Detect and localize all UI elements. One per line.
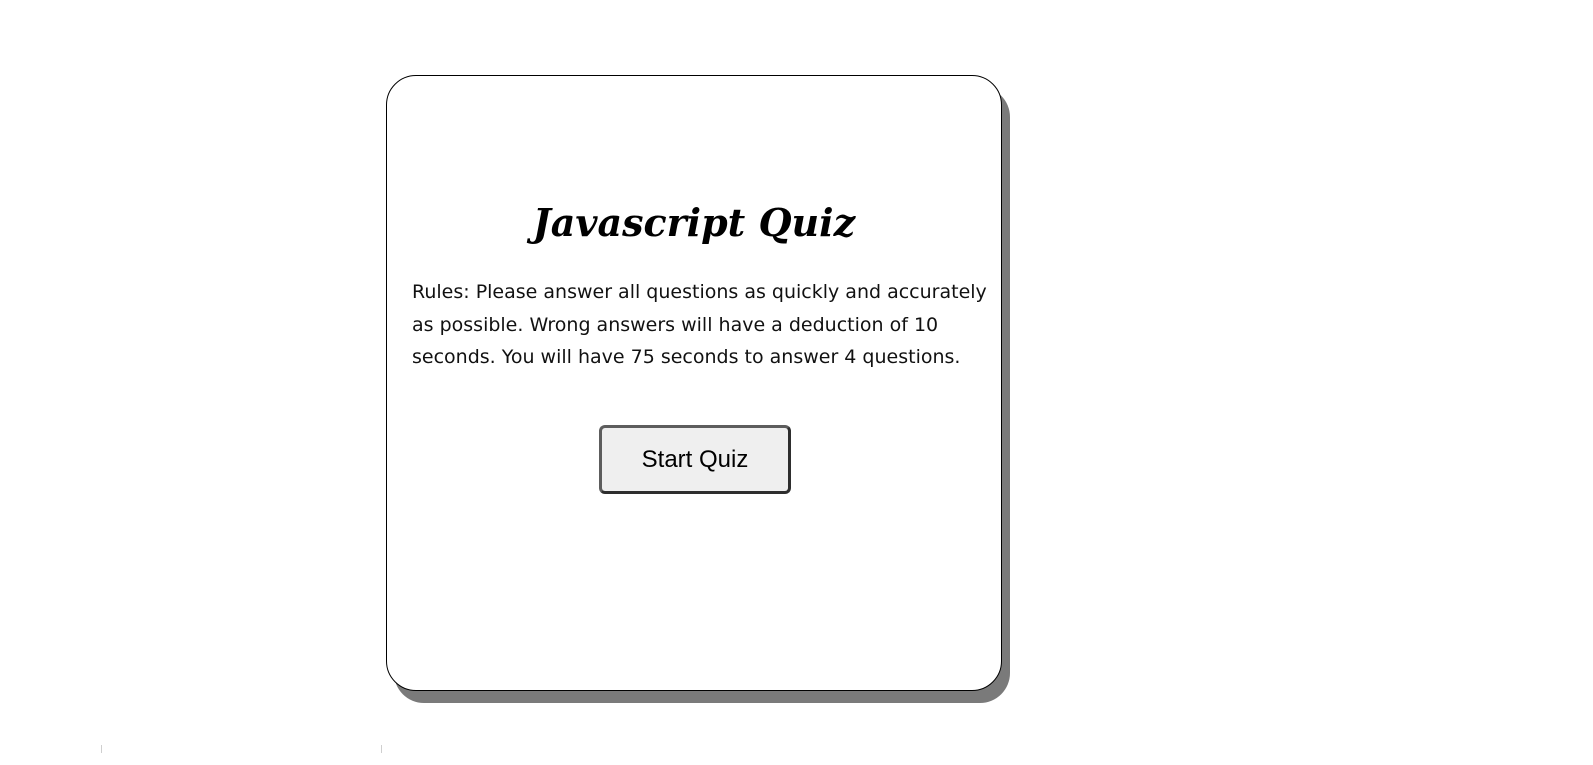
divider-mark-left bbox=[101, 745, 102, 753]
page: Javascript Quiz Rules: Please answer all… bbox=[0, 0, 1593, 765]
quiz-rules: Rules: Please answer all questions as qu… bbox=[412, 281, 987, 368]
start-quiz-button[interactable]: Start Quiz bbox=[599, 425, 791, 494]
quiz-title: Javascript Quiz bbox=[532, 200, 856, 245]
quiz-card: Javascript Quiz Rules: Please answer all… bbox=[386, 75, 1002, 691]
divider-mark-right bbox=[381, 745, 382, 753]
